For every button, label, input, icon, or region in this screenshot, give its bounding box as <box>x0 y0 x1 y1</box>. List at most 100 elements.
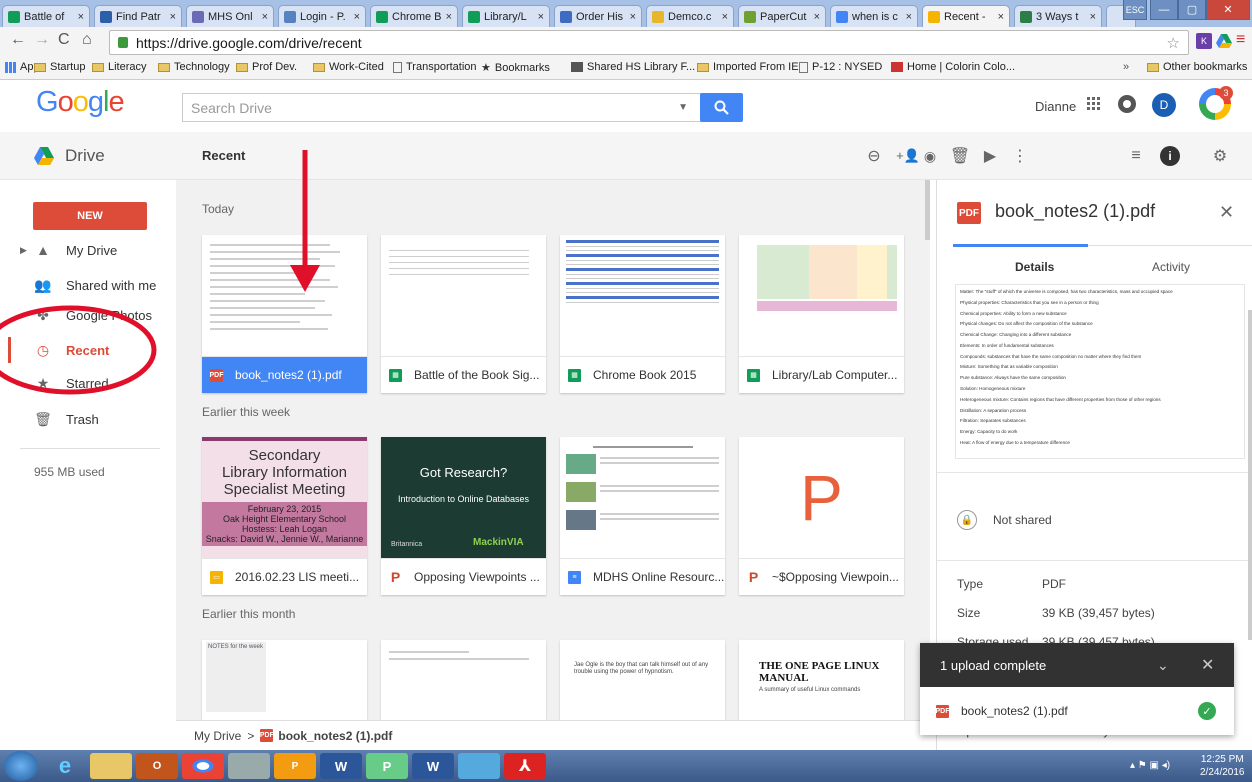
close-tab-icon[interactable]: × <box>814 11 820 23</box>
word-taskbar-icon[interactable]: W <box>320 753 362 779</box>
snipping-taskbar-icon[interactable] <box>228 753 270 779</box>
browser-tab-8[interactable]: PaperCut × <box>738 5 826 27</box>
file-card-opposing-viewpoints[interactable]: Got Research? Introduction to Online Dat… <box>381 437 546 595</box>
browser-tab-7[interactable]: Demco.c × <box>646 5 734 27</box>
browser-tab-3[interactable]: Login - P. × <box>278 5 366 27</box>
chrome-taskbar-icon[interactable] <box>182 753 224 779</box>
acrobat-taskbar-icon[interactable]: ⅄ <box>504 753 546 779</box>
bookmark-5[interactable]: Work-Cited <box>313 61 384 73</box>
google-logo[interactable]: Google <box>36 86 125 119</box>
tab-details[interactable]: Details <box>1015 260 1054 274</box>
browser-tab-5[interactable]: Library/L × <box>462 5 550 27</box>
uploaded-file-name[interactable]: book_notes2 (1).pdf <box>961 704 1068 718</box>
other-bookmarks[interactable]: Other bookmarks <box>1147 61 1247 73</box>
file-preview[interactable]: Matter: The "stuff" of which the univers… <box>955 284 1245 459</box>
bookmark-1[interactable]: Startup <box>34 61 85 73</box>
ppt-taskbar-icon[interactable]: P <box>274 753 316 779</box>
home-icon[interactable]: ⌂ <box>82 31 92 49</box>
close-tab-icon[interactable]: × <box>354 11 360 23</box>
browser-tab-10[interactable]: Recent - × <box>922 5 1010 27</box>
file-card-battle-of-book[interactable]: ▦ Battle of the Book Sig... <box>381 235 546 393</box>
word2-taskbar-icon[interactable]: W <box>412 753 454 779</box>
browser-tab-2[interactable]: MHS Onl × <box>186 5 274 27</box>
search-button[interactable] <box>700 93 743 122</box>
close-tab-icon[interactable]: × <box>262 11 268 23</box>
close-tab-icon[interactable]: × <box>78 11 84 23</box>
ie-taskbar-icon[interactable]: e <box>44 753 86 779</box>
maximize-button[interactable]: ▢ <box>1178 0 1206 20</box>
breadcrumb-root[interactable]: My Drive <box>194 729 241 743</box>
close-window-button[interactable]: ✕ <box>1206 0 1250 20</box>
bookmark-4[interactable]: Prof Dev. <box>236 61 297 73</box>
collapse-chevron-icon[interactable]: ⌄ <box>1157 657 1169 674</box>
close-tab-icon[interactable]: × <box>538 11 544 23</box>
user-name[interactable]: Dianne <box>1035 99 1076 114</box>
file-card-opposing-temp[interactable]: P P ~$Opposing Viewpoin... <box>739 437 904 595</box>
notifications-icon[interactable] <box>1118 95 1136 113</box>
preview-eye-icon[interactable]: ◉ <box>920 146 940 166</box>
close-tab-icon[interactable]: × <box>906 11 912 23</box>
browser-tab-0[interactable]: Battle of × <box>2 5 90 27</box>
tab-activity[interactable]: Activity <box>1152 260 1190 274</box>
start-button[interactable] <box>4 751 38 781</box>
close-tab-icon[interactable]: × <box>1090 11 1096 23</box>
drive-extension-icon[interactable] <box>1216 33 1232 49</box>
close-tab-icon[interactable]: × <box>630 11 636 23</box>
browser-tab-11[interactable]: 3 Ways t × <box>1014 5 1102 27</box>
close-tab-icon[interactable]: × <box>722 11 728 23</box>
browser-tab-6[interactable]: Order His × <box>554 5 642 27</box>
file-card-month-2[interactable] <box>381 640 546 720</box>
search-options-icon[interactable]: ▼ <box>678 102 688 113</box>
main-scrollbar[interactable] <box>925 180 930 240</box>
bookmark-2[interactable]: Literacy <box>92 61 147 73</box>
apps-grid-icon[interactable] <box>1087 97 1101 111</box>
user-avatar[interactable]: D <box>1152 93 1176 117</box>
media-taskbar-icon[interactable] <box>458 753 500 779</box>
close-tab-icon[interactable]: × <box>170 11 176 23</box>
list-view-icon[interactable]: ≡ <box>1126 146 1146 166</box>
bookmark-3[interactable]: Technology <box>158 61 230 73</box>
details-scrollbar[interactable] <box>1248 310 1252 640</box>
breadcrumb-file[interactable]: book_notes2 (1).pdf <box>278 729 392 743</box>
trash-icon[interactable]: 🗑 <box>950 146 970 166</box>
close-details-icon[interactable]: ✕ <box>1219 202 1234 223</box>
bookmarks-overflow[interactable]: » <box>1123 61 1129 73</box>
system-clock[interactable]: 12:25 PM 2/24/2016 <box>1200 753 1245 779</box>
reload-button[interactable]: C <box>58 31 70 49</box>
browser-tab-1[interactable]: Find Patr × <box>94 5 182 27</box>
publisher-taskbar-icon[interactable]: P <box>366 753 408 779</box>
settings-gear-icon[interactable]: ⚙ <box>1210 146 1230 166</box>
bookmark-8[interactable]: Shared HS Library F... <box>571 61 695 73</box>
file-card-lis-meeting[interactable]: Secondary Library Information Specialist M… <box>202 437 367 595</box>
file-card-linux-manual[interactable]: THE ONE PAGE LINUX MANUAL A summary of u… <box>739 640 904 720</box>
bookmark-7[interactable]: ★ Bookmarks <box>481 61 550 75</box>
bookmark-star-icon[interactable]: ☆ <box>1167 34 1180 52</box>
tray-icons[interactable]: ▴ ⚑ ▣ ◂) <box>1130 760 1170 771</box>
explorer-taskbar-icon[interactable] <box>90 753 132 779</box>
forward-button[interactable]: → <box>34 31 50 49</box>
file-card-chrome-book[interactable]: ▦ Chrome Book 2015 <box>560 235 725 393</box>
kami-extension-icon[interactable]: K <box>1196 33 1212 49</box>
bookmark-9[interactable]: Imported From IE <box>697 61 799 73</box>
close-tab-icon[interactable]: × <box>998 11 1004 23</box>
more-actions-icon[interactable]: ⋮ <box>1010 146 1030 166</box>
close-tab-icon[interactable]: × <box>446 11 452 23</box>
browser-tab-4[interactable]: Chrome B × <box>370 5 458 27</box>
move-to-folder-icon[interactable]: ▶ <box>980 146 1000 166</box>
minimize-button[interactable]: — <box>1150 0 1178 20</box>
bookmark-6[interactable]: Transportation <box>393 61 477 73</box>
profile-photo[interactable]: 3 <box>1199 86 1233 120</box>
bookmark-10[interactable]: P-12 : NYSED <box>799 61 882 73</box>
address-bar[interactable]: https://drive.google.com/drive/recent ☆ <box>109 30 1189 55</box>
file-card-mdhs-online[interactable]: ≡ MDHS Online Resourc... <box>560 437 725 595</box>
file-card-library-lab[interactable]: ▦ Library/Lab Computer... <box>739 235 904 393</box>
browser-tab-9[interactable]: when is c × <box>830 5 918 27</box>
close-toast-icon[interactable]: ✕ <box>1201 655 1214 675</box>
get-link-icon[interactable]: ⊖ <box>864 146 884 166</box>
chrome-menu-icon[interactable]: ≡ <box>1236 31 1245 49</box>
outlook-taskbar-icon[interactable]: O <box>136 753 178 779</box>
back-button[interactable]: ← <box>10 31 26 49</box>
file-card-month-3[interactable]: Jae Ogle is the boy that can talk himsel… <box>560 640 725 720</box>
bookmark-11[interactable]: Home | Colorin Colo... <box>891 61 1015 73</box>
share-add-person-icon[interactable]: +👤 <box>896 146 920 166</box>
